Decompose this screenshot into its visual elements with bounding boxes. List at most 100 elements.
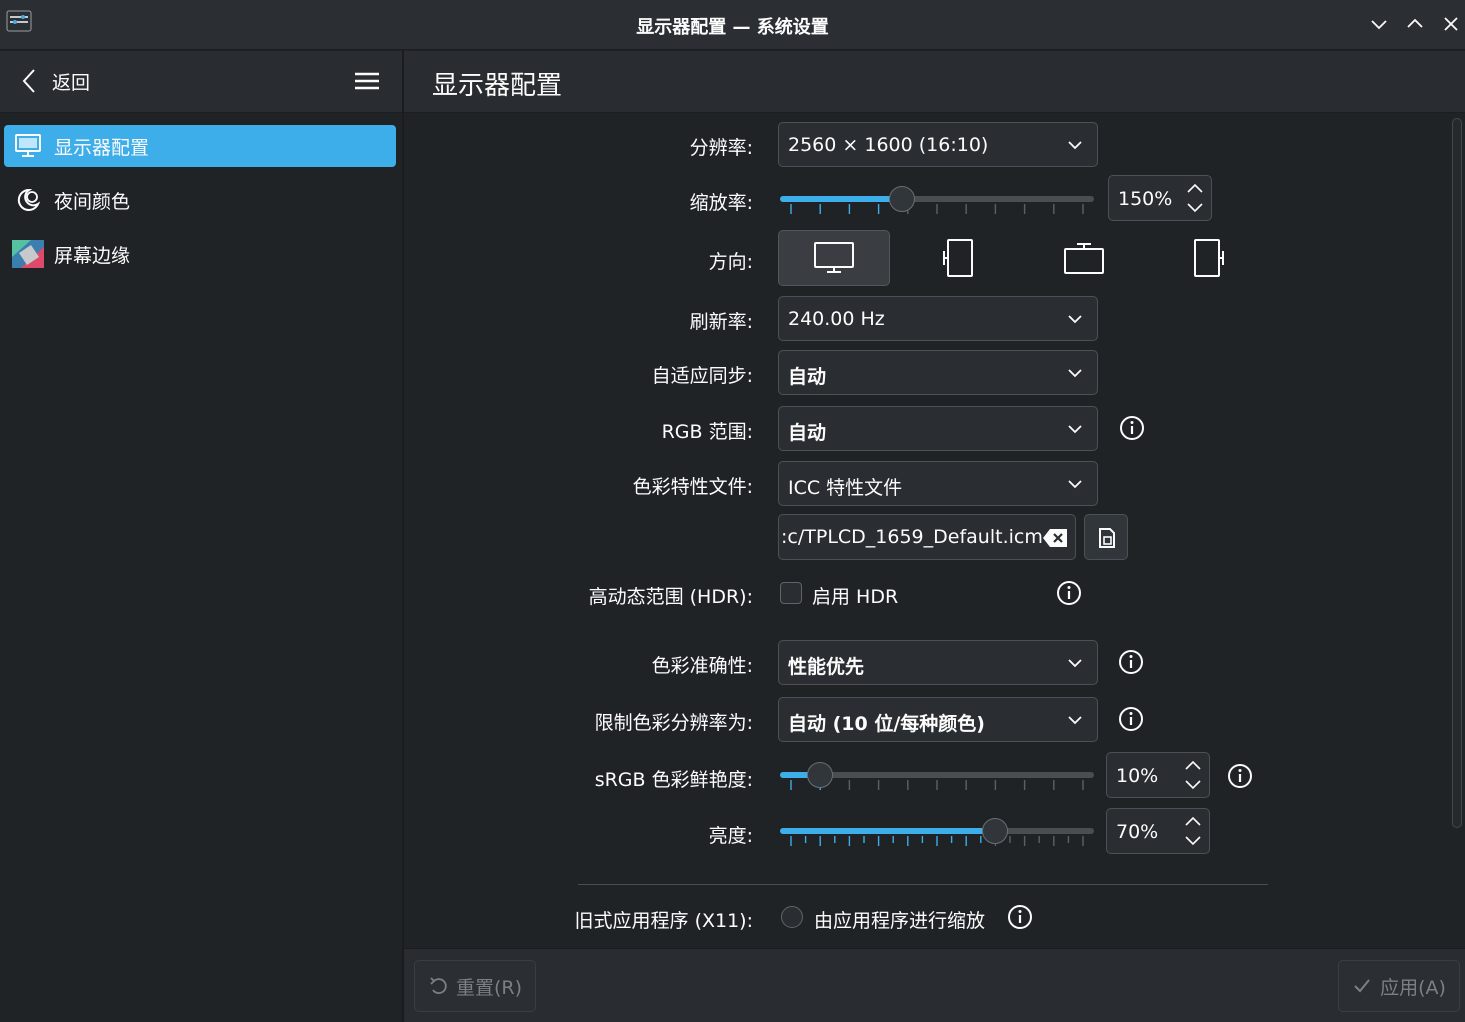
orientation-landscape-flipped-button[interactable] [1028, 230, 1140, 286]
screen-edges-icon [10, 238, 46, 270]
srgb-vividness-value: 10% [1116, 765, 1159, 787]
scale-value: 150% [1118, 188, 1173, 210]
apply-label: 应用(A) [1380, 976, 1446, 999]
chevron-down-icon [1068, 141, 1082, 150]
refresh-rate-value: 240.00 Hz [788, 308, 885, 330]
brightness-slider[interactable] [778, 810, 1098, 850]
minimize-button[interactable] [1367, 12, 1391, 36]
slider-ticks [790, 204, 1084, 214]
spin-arrows-icon[interactable] [1183, 814, 1203, 848]
icc-path-input[interactable]: :c/TPLCD_1659_Default.icm [778, 514, 1076, 560]
chevron-down-icon [1068, 716, 1082, 725]
resolution-value: 2560 × 1600 (16:10) [788, 134, 989, 156]
chevron-down-icon [1068, 659, 1082, 668]
color-depth-label: 限制色彩分辨率为: [594, 712, 753, 734]
info-icon[interactable] [1227, 763, 1253, 789]
spin-arrows-icon[interactable] [1185, 181, 1205, 215]
page-title: 显示器配置 [432, 71, 563, 101]
reset-button[interactable]: 重置(R) [414, 960, 536, 1012]
info-icon[interactable] [1056, 580, 1082, 606]
sidebar-item-night-color[interactable]: 夜间颜色 [4, 179, 396, 221]
undo-icon [430, 977, 447, 994]
brightness-value: 70% [1116, 821, 1159, 843]
refresh-rate-combobox[interactable]: 240.00 Hz [778, 296, 1098, 341]
back-label: 返回 [52, 71, 91, 94]
sidebar: 返回 显示器配置 夜间颜色 屏幕边缘 [0, 51, 402, 1022]
title-bar: 显示器配置 — 系统设置 [0, 0, 1465, 50]
srgb-vividness-spinbox[interactable]: 10% [1106, 752, 1210, 798]
rgb-range-value: 自动 [788, 422, 827, 444]
color-accuracy-value: 性能优先 [788, 656, 865, 678]
document-open-icon [1099, 528, 1115, 548]
rgb-range-combobox[interactable]: 自动 [778, 406, 1098, 451]
sidebar-item-display-config[interactable]: 显示器配置 [4, 125, 396, 167]
maximize-button[interactable] [1403, 12, 1427, 36]
vertical-scrollbar[interactable] [1450, 114, 1464, 948]
close-button[interactable] [1439, 12, 1463, 36]
slider-handle[interactable] [888, 186, 915, 212]
sidebar-item-label: 显示器配置 [54, 136, 150, 159]
section-separator [578, 884, 1268, 885]
sidebar-item-screen-edges[interactable]: 屏幕边缘 [4, 233, 396, 275]
app-scaling-label: 由应用程序进行缩放 [814, 910, 986, 932]
slider-handle[interactable] [807, 762, 834, 788]
resolution-combobox[interactable]: 2560 × 1600 (16:10) [778, 122, 1098, 167]
enable-hdr-checkbox[interactable] [780, 582, 802, 604]
info-icon[interactable] [1118, 706, 1144, 732]
orientation-landscape-button[interactable] [778, 230, 890, 286]
orientation-portrait-left-button[interactable] [903, 230, 1015, 286]
resolution-label: 分辨率: [689, 137, 753, 159]
sidebar-item-label: 屏幕边缘 [54, 244, 131, 267]
orientation-label: 方向: [708, 251, 753, 273]
night-color-icon [10, 184, 46, 216]
info-icon[interactable] [1119, 415, 1145, 441]
hamburger-menu-button[interactable] [352, 67, 382, 95]
enable-hdr-label: 启用 HDR [812, 586, 899, 608]
monitor-icon [10, 130, 46, 162]
footer-bar: 重置(R) 应用(A) [404, 948, 1465, 1022]
rgb-range-label: RGB 范围: [661, 421, 753, 443]
sidebar-item-label: 夜间颜色 [54, 190, 131, 213]
color-profile-label: 色彩特性文件: [632, 476, 753, 498]
color-profile-combobox[interactable]: ICC 特性文件 [778, 461, 1098, 506]
chevron-left-icon [22, 69, 35, 93]
scale-spinbox[interactable]: 150% [1108, 175, 1212, 221]
brightness-spinbox[interactable]: 70% [1106, 808, 1210, 854]
back-button[interactable]: 返回 [20, 65, 90, 97]
slider-ticks [790, 836, 1084, 846]
srgb-vividness-label: sRGB 色彩鲜艳度: [594, 769, 753, 791]
adaptive-sync-combobox[interactable]: 自动 [778, 350, 1098, 395]
window-title: 显示器配置 — 系统设置 [636, 17, 829, 38]
info-icon[interactable] [1118, 649, 1144, 675]
portrait-left-icon [943, 239, 973, 277]
color-depth-combobox[interactable]: 自动 (10 位/每种颜色) [778, 697, 1098, 742]
sidebar-header: 返回 [0, 51, 402, 113]
icc-path-value: :c/TPLCD_1659_Default.icm [781, 526, 1043, 548]
color-accuracy-label: 色彩准确性: [651, 655, 753, 677]
srgb-vividness-slider[interactable] [778, 754, 1098, 794]
color-profile-value: ICC 特性文件 [788, 477, 903, 499]
orientation-portrait-right-button[interactable] [1153, 230, 1265, 286]
hdr-label: 高动态范围 (HDR): [588, 586, 753, 608]
chevron-down-icon [1068, 315, 1082, 324]
chevron-down-icon [1068, 425, 1082, 434]
open-file-button[interactable] [1084, 514, 1128, 560]
legacy-apps-label: 旧式应用程序 (X11): [574, 910, 753, 932]
scrollbar-track[interactable] [1452, 118, 1462, 828]
clear-text-icon[interactable] [1041, 527, 1069, 549]
scale-slider[interactable] [778, 178, 1098, 218]
color-accuracy-combobox[interactable]: 性能优先 [778, 640, 1098, 685]
checkmark-icon [1354, 979, 1370, 993]
landscape-icon [814, 242, 854, 273]
info-icon[interactable] [1007, 904, 1033, 930]
spin-arrows-icon[interactable] [1183, 758, 1203, 792]
chevron-down-icon [1068, 480, 1082, 489]
app-scaling-radio[interactable] [781, 906, 803, 928]
adaptive-sync-value: 自动 [788, 366, 827, 388]
adaptive-sync-label: 自适应同步: [651, 365, 753, 387]
refresh-rate-label: 刷新率: [689, 311, 753, 333]
brightness-label: 亮度: [708, 825, 753, 847]
apply-button[interactable]: 应用(A) [1338, 960, 1460, 1012]
portrait-right-icon [1194, 239, 1224, 277]
color-depth-value: 自动 (10 位/每种颜色) [788, 713, 985, 735]
